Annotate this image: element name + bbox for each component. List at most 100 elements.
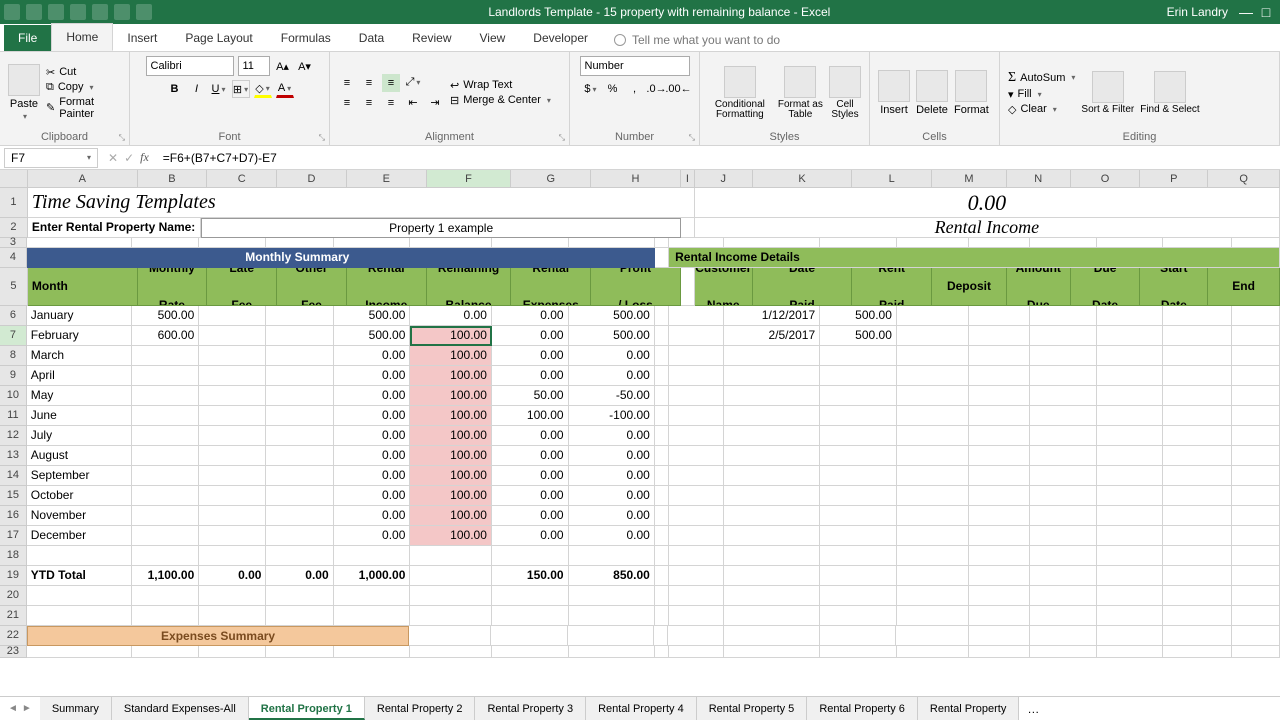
cell[interactable]: 0.00 — [695, 188, 1280, 218]
underline-button[interactable]: U▾ — [210, 80, 228, 98]
italic-button[interactable]: I — [188, 80, 206, 98]
cell[interactable] — [655, 346, 669, 366]
cell[interactable]: RentalExpenses — [511, 268, 591, 306]
cell[interactable] — [266, 646, 333, 658]
cell[interactable] — [1232, 546, 1280, 566]
row-header[interactable]: 20 — [0, 586, 27, 606]
qat-icon[interactable] — [114, 4, 130, 20]
cell[interactable] — [724, 526, 820, 546]
redo-icon[interactable] — [48, 4, 64, 20]
cell[interactable] — [669, 346, 725, 366]
cell[interactable] — [669, 238, 725, 248]
cell[interactable] — [199, 466, 266, 486]
cell[interactable]: MonthlyRate — [138, 268, 208, 306]
row-header[interactable]: 9 — [0, 366, 27, 386]
cell[interactable] — [132, 466, 199, 486]
font-size-select[interactable] — [238, 56, 270, 76]
cell[interactable] — [1097, 606, 1162, 626]
cell[interactable]: 0.00 — [334, 346, 411, 366]
row-header[interactable]: 13 — [0, 446, 27, 466]
cell[interactable] — [1232, 346, 1280, 366]
cell[interactable] — [1097, 386, 1162, 406]
cell[interactable] — [569, 606, 655, 626]
row-header[interactable]: 14 — [0, 466, 27, 486]
cell[interactable] — [820, 546, 897, 566]
cell[interactable] — [132, 506, 199, 526]
cell[interactable] — [569, 646, 655, 658]
cell[interactable]: 100.00 — [410, 426, 492, 446]
cell[interactable]: 500.00 — [820, 306, 897, 326]
sheet-nav-prev-icon[interactable]: ◄ — [8, 703, 18, 714]
cell[interactable]: 0.00 — [334, 386, 411, 406]
cell[interactable] — [1163, 566, 1232, 586]
row-header[interactable]: 2 — [0, 218, 28, 238]
cell[interactable] — [669, 526, 725, 546]
user-name[interactable]: Erin Landry — [1167, 5, 1228, 19]
cell[interactable] — [266, 346, 333, 366]
cell[interactable]: Time Saving Templates — [28, 188, 681, 218]
tab-view[interactable]: View — [466, 25, 520, 51]
cell[interactable] — [492, 646, 569, 658]
row-header[interactable]: 15 — [0, 486, 27, 506]
clear-button[interactable]: ◇Clear▾ — [1008, 103, 1075, 116]
cell[interactable] — [897, 446, 969, 466]
cell[interactable]: 100.00 — [410, 486, 492, 506]
cell[interactable] — [897, 386, 969, 406]
row-header[interactable]: 7 — [0, 326, 27, 346]
cell[interactable] — [1097, 466, 1162, 486]
cell[interactable] — [266, 238, 333, 248]
cell[interactable] — [669, 406, 725, 426]
cell[interactable]: Enter Rental Property Name: — [28, 218, 201, 238]
cell[interactable]: 0.00 — [266, 566, 333, 586]
cell[interactable]: 100.00 — [410, 526, 492, 546]
cell[interactable]: 0.00 — [492, 346, 569, 366]
insert-cells-button[interactable]: Insert — [878, 70, 910, 116]
cell[interactable] — [266, 526, 333, 546]
cell[interactable] — [1030, 406, 1097, 426]
cell[interactable] — [1232, 446, 1280, 466]
cell[interactable]: 500.00 — [820, 326, 897, 346]
cell[interactable] — [1030, 306, 1097, 326]
cell[interactable] — [410, 586, 492, 606]
sheet-more-icon[interactable]: … — [1019, 702, 1047, 716]
sheet-tab[interactable]: Rental Property 2 — [365, 697, 476, 720]
cell[interactable]: Rental Income — [695, 218, 1280, 238]
cell[interactable] — [132, 238, 199, 248]
cell[interactable]: 1,000.00 — [334, 566, 411, 586]
cell[interactable] — [27, 238, 132, 248]
cell[interactable]: August — [27, 446, 132, 466]
cell[interactable] — [1163, 526, 1232, 546]
align-top-icon[interactable]: ≡ — [338, 74, 356, 92]
cell[interactable] — [199, 506, 266, 526]
paste-button[interactable]: Paste▾ — [8, 64, 40, 121]
cell[interactable] — [820, 386, 897, 406]
cell[interactable] — [1030, 546, 1097, 566]
font-color-button[interactable]: A▾ — [276, 80, 294, 98]
cell[interactable]: 850.00 — [569, 566, 655, 586]
cell[interactable] — [410, 566, 492, 586]
cell[interactable] — [724, 386, 820, 406]
cell[interactable] — [199, 346, 266, 366]
cell[interactable] — [1163, 646, 1232, 658]
cell[interactable] — [655, 366, 669, 386]
cell[interactable] — [1030, 366, 1097, 386]
align-middle-icon[interactable]: ≡ — [360, 74, 378, 92]
cell[interactable] — [410, 546, 492, 566]
cell[interactable] — [655, 386, 669, 406]
cell[interactable] — [266, 446, 333, 466]
tab-home[interactable]: Home — [51, 23, 113, 51]
cell[interactable] — [27, 586, 132, 606]
sheet-tab[interactable]: Rental Property 3 — [475, 697, 586, 720]
cell[interactable] — [492, 586, 569, 606]
sheet-nav-next-icon[interactable]: ► — [22, 703, 32, 714]
cell[interactable] — [569, 586, 655, 606]
cell[interactable]: End — [1208, 268, 1280, 306]
cell[interactable] — [1030, 446, 1097, 466]
cell[interactable] — [410, 238, 492, 248]
cell[interactable] — [199, 446, 266, 466]
cell[interactable] — [1097, 506, 1162, 526]
cell[interactable]: 500.00 — [334, 306, 411, 326]
cell[interactable] — [1163, 586, 1232, 606]
cell[interactable] — [1163, 466, 1232, 486]
cell[interactable]: 0.00 — [492, 466, 569, 486]
